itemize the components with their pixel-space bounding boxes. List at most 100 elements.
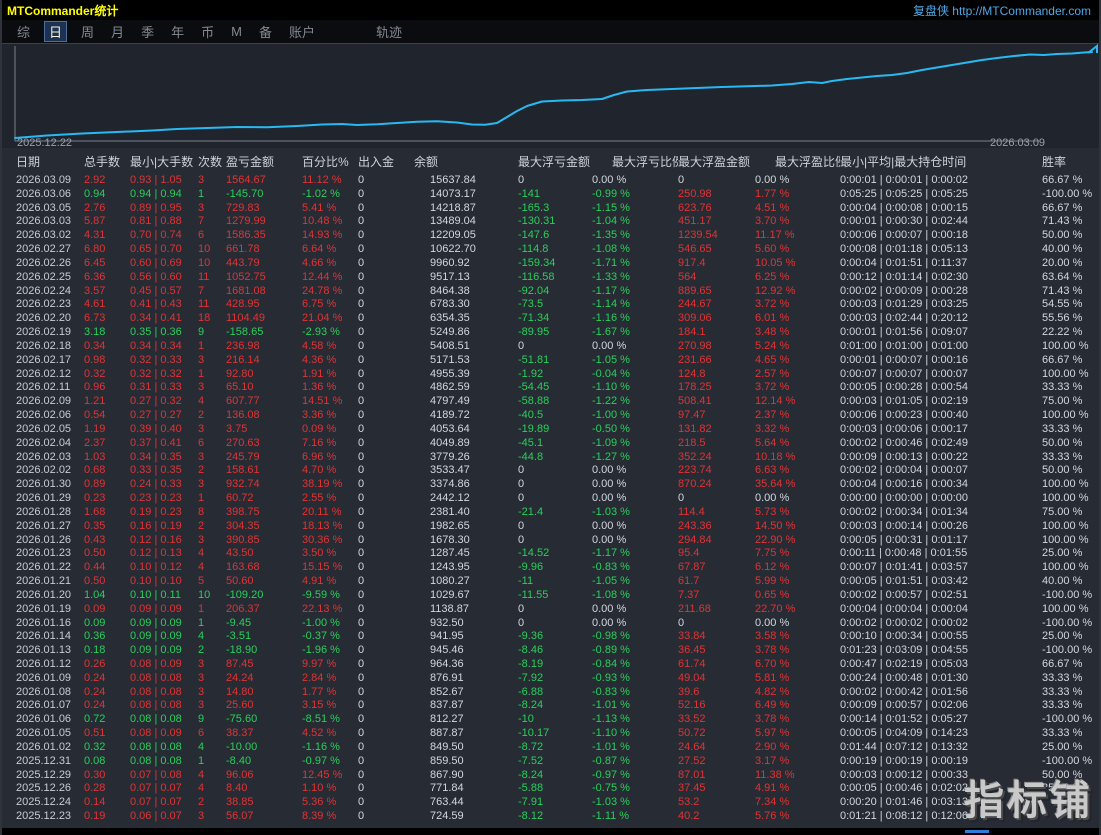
table-row[interactable]: 2026.02.06 0.54 0.27 | 0.27 2 136.08 3.36 % 0 4… <box>2 409 1099 423</box>
cell-profit-amount: 87.45 <box>226 657 254 670</box>
table-row[interactable]: 2026.01.13 0.18 0.09 | 0.09 2 -18.90 -1.96 % 0… <box>2 644 1099 658</box>
table-row[interactable]: 2026.02.17 0.98 0.32 | 0.33 3 216.14 4.36 % 0 5… <box>2 354 1099 368</box>
cell-profit-amount: 932.74 <box>226 478 260 491</box>
cell-max-float-profit-pct: 0.00 % <box>755 174 790 186</box>
table-row[interactable]: 2025.12.29 0.30 0.07 | 0.08 4 96.06 12.45 % 0 8… <box>2 769 1099 783</box>
table-row[interactable]: 2026.01.21 0.50 0.10 | 0.10 5 50.60 4.91 % 0 10… <box>2 575 1099 589</box>
cell-max-float-loss-pct: -0.98 % <box>592 630 630 643</box>
cell-date: 2026.01.09 <box>16 671 72 684</box>
cell-deposit-withdraw: 0 <box>358 298 365 311</box>
table-row[interactable]: 2026.01.28 1.68 0.19 | 0.23 8 398.75 20.11 % 0… <box>2 506 1099 520</box>
table-row[interactable]: 2026.02.25 6.36 0.56 | 0.60 11 1052.75 12.44 … <box>2 271 1099 285</box>
cell-min-max-lots: 0.45 | 0.57 <box>130 284 182 297</box>
cell-max-float-loss-pct: -0.93 % <box>592 671 630 684</box>
cell-deposit-withdraw: 0 <box>358 464 365 477</box>
table-row[interactable]: 2026.03.09 2.92 0.93 | 1.05 3 1564.67 11.12 %… <box>2 174 1099 188</box>
table-row[interactable]: 2026.01.19 0.09 0.09 | 0.09 1 206.37 22.13 % 0… <box>2 603 1099 617</box>
table-row[interactable]: 2026.03.02 4.31 0.70 | 0.74 6 1586.35 14.93 %… <box>2 229 1099 243</box>
table-row[interactable]: 2026.01.29 0.23 0.23 | 0.23 1 60.72 2.55 % 0 24… <box>2 492 1099 506</box>
cell-total-lots: 0.50 <box>84 547 106 560</box>
table-row[interactable]: 2026.01.09 0.24 0.08 | 0.08 3 24.24 2.84 % 0 87… <box>2 672 1099 686</box>
table-row[interactable]: 2026.02.04 2.37 0.37 | 0.41 6 270.63 7.16 % 0 4… <box>2 437 1099 451</box>
cell-profit-amount: -158.65 <box>226 326 264 339</box>
table-row[interactable]: 2026.01.02 0.32 0.08 | 0.08 4 -10.00 -1.16 % 0… <box>2 741 1099 755</box>
table-row[interactable]: 2026.01.16 0.09 0.09 | 0.09 1 -9.45 -1.00 % 0 9… <box>2 617 1099 631</box>
table-row[interactable]: 2026.03.06 0.94 0.94 | 0.94 1 -145.70 -1.02 %… <box>2 188 1099 202</box>
menu-item-4[interactable]: 月 <box>108 21 127 42</box>
menu-item-6[interactable]: 年 <box>168 21 187 42</box>
menu-item-3[interactable]: 周 <box>78 21 97 42</box>
cell-max-float-loss: -114.8 <box>518 243 549 256</box>
table-row[interactable]: 2025.12.26 0.28 0.07 | 0.07 4 8.40 1.10 % 0 771… <box>2 782 1099 796</box>
header-cell-max-float-profit-pct: 最大浮盈比例 <box>775 154 840 169</box>
table-row[interactable]: 2026.02.18 0.34 0.34 | 0.34 1 236.98 4.58 % 0 5… <box>2 340 1099 354</box>
table-row[interactable]: 2025.12.31 0.08 0.08 | 0.08 1 -8.40 -0.97 % 0 8… <box>2 755 1099 769</box>
table-row[interactable]: 2026.01.30 0.89 0.24 | 0.33 3 932.74 38.19 % 0… <box>2 478 1099 492</box>
cell-total-lots: 0.26 <box>84 657 106 670</box>
table-row[interactable]: 2026.01.06 0.72 0.08 | 0.08 9 -75.60 -8.51 % 0… <box>2 713 1099 727</box>
scrollbar-thumb[interactable] <box>965 830 989 833</box>
cell-profit-amount: 443.79 <box>226 256 260 269</box>
cell-profit-percent: 5.36 % <box>302 796 337 809</box>
table-row[interactable]: 2026.02.05 1.19 0.39 | 0.40 3 3.75 0.09 % 0 405… <box>2 423 1099 437</box>
menu-item-8[interactable]: M <box>228 23 245 40</box>
menu-item-1[interactable]: 综 <box>14 21 33 42</box>
menu-item-7[interactable]: 币 <box>198 21 217 42</box>
cell-profit-amount: 158.61 <box>226 464 260 477</box>
table-row[interactable]: 2026.01.08 0.24 0.08 | 0.08 3 14.80 1.77 % 0 85… <box>2 686 1099 700</box>
cell-trade-count: 5 <box>198 575 205 588</box>
table-row[interactable]: 2026.01.26 0.43 0.12 | 0.16 3 390.85 30.36 % 0… <box>2 534 1099 548</box>
table-row[interactable]: 2026.01.27 0.35 0.16 | 0.19 2 304.35 18.13 % 0… <box>2 520 1099 534</box>
cell-max-float-loss: -14.52 <box>518 547 550 560</box>
table-row[interactable]: 2026.02.20 6.73 0.34 | 0.41 18 1104.49 21.04 … <box>2 312 1099 326</box>
cell-hold-time: 0:00:02 | 0:00:42 | 0:01:56 <box>840 685 969 698</box>
table-row[interactable]: 2026.01.22 0.44 0.10 | 0.12 4 163.68 15.15 % 0… <box>2 561 1099 575</box>
cell-hold-time: 0:00:02 | 0:00:02 | 0:00:02 <box>840 616 969 629</box>
table-row[interactable]: 2026.02.23 4.61 0.41 | 0.43 11 428.95 6.75 % 0… <box>2 298 1099 312</box>
cell-hold-time: 0:00:06 | 0:00:07 | 0:00:18 <box>840 229 969 242</box>
table-row[interactable]: 2026.02.19 3.18 0.35 | 0.36 9 -158.65 -2.93 %… <box>2 326 1099 340</box>
menu-item-5[interactable]: 季 <box>138 21 157 42</box>
table-row[interactable]: 2026.02.09 1.21 0.27 | 0.32 4 607.77 14.51 % 0… <box>2 395 1099 409</box>
table-row[interactable]: 2026.01.23 0.50 0.12 | 0.13 4 43.50 3.50 % 0 12… <box>2 547 1099 561</box>
table-row[interactable]: 2025.12.23 0.19 0.06 | 0.07 3 56.07 8.39 % 0 72… <box>2 810 1099 824</box>
table-row[interactable]: 2025.12.24 0.14 0.07 | 0.07 2 38.85 5.36 % 0 76… <box>2 796 1099 810</box>
brand-link[interactable]: 复盘侠 http://MTCommander.com <box>913 2 1091 19</box>
table-row[interactable]: 2026.02.02 0.68 0.33 | 0.35 2 158.61 4.70 % 0 3… <box>2 464 1099 478</box>
cell-win-rate: 100.00 % <box>1042 533 1089 546</box>
cell-profit-percent: 8.39 % <box>302 810 337 823</box>
menu-item-2[interactable]: 日 <box>44 21 68 42</box>
table-row[interactable]: 2026.02.12 0.32 0.32 | 0.32 1 92.80 1.91 % 0 49… <box>2 368 1099 382</box>
table-row[interactable]: 2026.01.05 0.51 0.08 | 0.09 6 38.37 4.52 % 0 88… <box>2 727 1099 741</box>
cell-win-rate: 63.64 % <box>1042 270 1083 283</box>
table-row[interactable]: 2026.01.14 0.36 0.09 | 0.09 4 -3.51 -0.37 % 0 9… <box>2 630 1099 644</box>
cell-max-float-profit: 49.04 <box>678 671 706 684</box>
cell-trade-count: 3 <box>198 699 205 712</box>
table-row[interactable]: 2026.01.20 1.04 0.10 | 0.11 10 -109.20 -9.59 … <box>2 589 1099 603</box>
table-row[interactable]: 2026.01.07 0.24 0.08 | 0.08 3 25.60 3.15 % 0 83… <box>2 699 1099 713</box>
cell-max-float-profit: 250.98 <box>678 187 712 200</box>
table-row[interactable]: 2026.02.27 6.80 0.65 | 0.70 10 661.78 6.64 % 0… <box>2 243 1099 257</box>
table-row[interactable]: 2026.01.12 0.26 0.08 | 0.09 3 87.45 9.97 % 0 96… <box>2 658 1099 672</box>
cell-date: 2026.02.23 <box>16 298 72 311</box>
cell-profit-amount: 1564.67 <box>226 174 266 186</box>
cell-profit-amount: 1052.75 <box>226 270 266 283</box>
cell-hold-time: 0:00:03 | 0:01:05 | 0:02:19 <box>840 395 969 408</box>
cell-profit-percent: 10.48 % <box>302 215 343 228</box>
table-row[interactable]: 2026.02.24 3.57 0.45 | 0.57 7 1681.08 24.78 %… <box>2 285 1099 299</box>
menu-item-11[interactable]: 轨迹 <box>373 21 405 42</box>
menu-item-9[interactable]: 备 <box>256 21 275 42</box>
cell-trade-count: 10 <box>198 588 211 601</box>
cell-profit-percent: 22.13 % <box>302 602 343 615</box>
table-row[interactable]: 2026.02.03 1.03 0.34 | 0.35 3 245.79 6.96 % 0 3… <box>2 451 1099 465</box>
cell-balance: 837.87 <box>430 699 464 712</box>
table-row[interactable]: 2026.03.05 2.76 0.89 | 0.95 3 729.83 5.41 % 0 1… <box>2 202 1099 216</box>
cell-max-float-loss-pct: -0.04 % <box>592 367 630 380</box>
table-row[interactable]: 2026.03.03 5.87 0.81 | 0.88 7 1279.99 10.48 %… <box>2 215 1099 229</box>
cell-date: 2026.02.11 <box>16 381 71 394</box>
menu-item-10[interactable]: 账户 <box>286 21 318 42</box>
table-row[interactable]: 2026.02.11 0.96 0.31 | 0.33 3 65.10 1.36 % 0 48… <box>2 381 1099 395</box>
table-row[interactable]: 2026.02.26 6.45 0.60 | 0.69 10 443.79 4.66 % 0… <box>2 257 1099 271</box>
cell-date: 2026.03.05 <box>16 201 72 214</box>
cell-max-float-profit: 24.64 <box>678 740 706 753</box>
